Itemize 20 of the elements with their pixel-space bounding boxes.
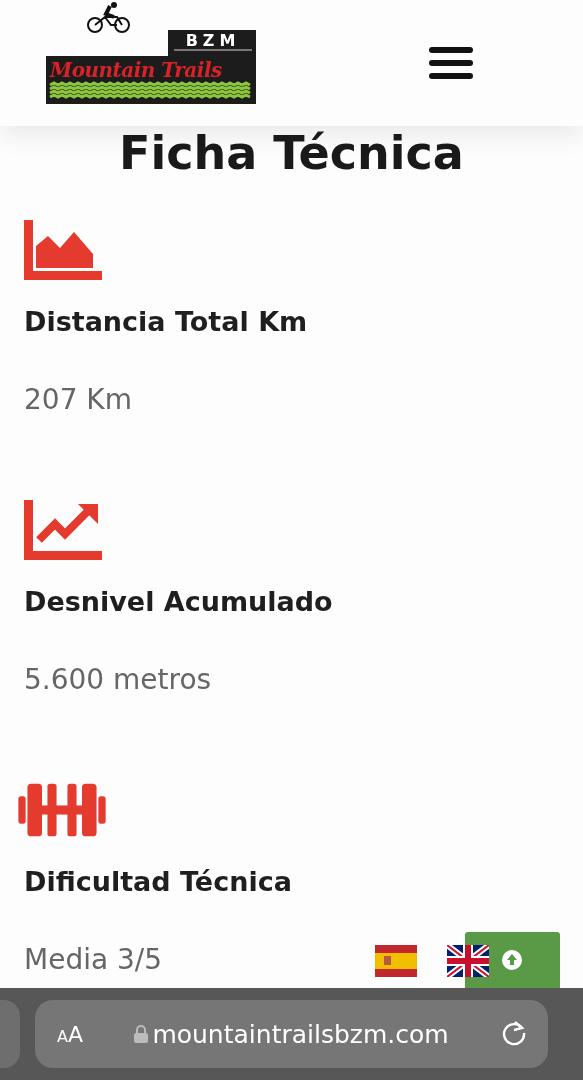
spanish-flag-button[interactable] [375,945,417,977]
logo-text: Mountain Trails [50,58,222,82]
spec-value: 5.600 metros [24,662,212,698]
spec-label: Distancia Total Km [24,305,308,339]
spec-value: 207 Km [24,382,132,418]
spec-label: Desnivel Acumulado [24,585,333,619]
menu-icon[interactable] [429,47,473,79]
spec-value: Media 3/5 [24,942,163,978]
spec-label: Dificultad Técnica [24,865,292,899]
arrow-up-icon [502,950,522,970]
logo-initials: BZM [184,32,242,50]
text-size-button[interactable]: AA [57,1021,83,1047]
url-text[interactable]: mountaintrailsbzm.com [134,1019,449,1049]
address-bar[interactable]: AA mountaintrailsbzm.com [35,1000,548,1068]
lock-icon [134,1025,149,1043]
cyclist-icon [86,2,132,34]
page-title: Ficha Técnica [118,128,465,178]
uk-flag-button[interactable] [447,945,489,977]
line-chart-icon [24,500,102,560]
area-chart-icon [24,220,102,280]
